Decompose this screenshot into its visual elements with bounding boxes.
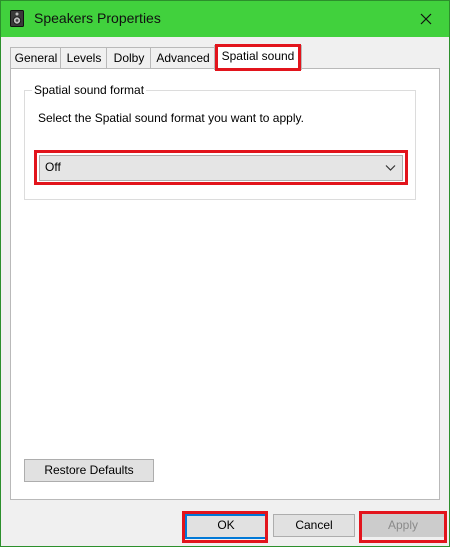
title-bar[interactable]: Speakers Properties [1, 1, 449, 37]
tab-panel-spatial-sound: Spatial sound format Select the Spatial … [10, 68, 440, 500]
tab-dolby[interactable]: Dolby [106, 47, 152, 69]
format-description: Select the Spatial sound format you want… [38, 111, 304, 125]
window-title: Speakers Properties [34, 10, 161, 26]
tab-general[interactable]: General [10, 47, 62, 69]
tab-levels[interactable]: Levels [60, 47, 108, 69]
speakers-properties-window: Speakers Properties General Levels Dolby… [0, 0, 450, 547]
ok-button[interactable]: OK [185, 514, 267, 539]
selected-format: Off [45, 160, 61, 174]
tab-spatial-sound[interactable]: Spatial sound [214, 45, 302, 70]
close-button[interactable] [403, 1, 449, 37]
chevron-down-icon [385, 165, 396, 171]
spatial-sound-format-group: Spatial sound format Select the Spatial … [24, 83, 416, 200]
speaker-icon [10, 10, 24, 27]
group-label: Spatial sound format [32, 83, 147, 97]
restore-defaults-button[interactable]: Restore Defaults [24, 459, 154, 482]
tab-advanced[interactable]: Advanced [150, 47, 216, 69]
spatial-sound-format-dropdown[interactable]: Off [39, 155, 403, 181]
cancel-button[interactable]: Cancel [273, 514, 355, 537]
close-icon [420, 13, 432, 25]
apply-button[interactable]: Apply [362, 514, 444, 537]
